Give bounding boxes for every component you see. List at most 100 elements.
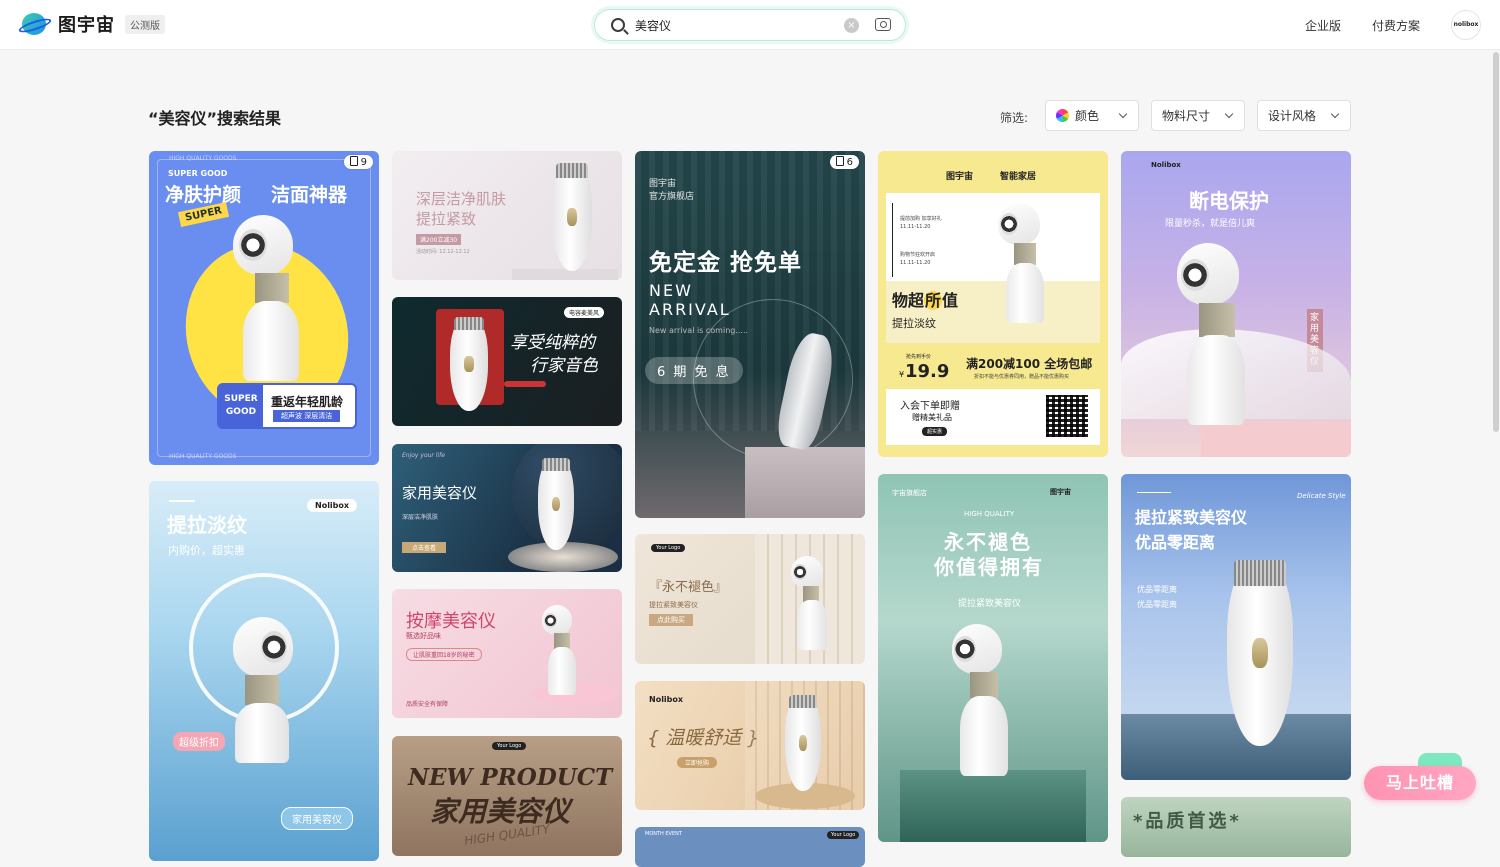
card-script: Delicate Style [1297,492,1346,500]
card-subtitle: 优品零距离 [1137,585,1177,594]
brand-name: 图宇宙 [649,179,677,189]
template-card-deep-cleanse[interactable]: 深层洁净肌肤 提拉紧致 满200立减30 活动时间: 12.12-12.12 [392,151,622,280]
page-count-badge: 9 [343,155,373,169]
gift-button[interactable]: 超实惠 [922,427,948,436]
template-card-new-product[interactable]: Your Logo NEW PRODUCT 家用美容仪 HIGH QUALITY [392,736,622,856]
template-card-free-deposit[interactable]: 6 图宇宙 官方旗舰店 免定金 抢免单 NEW ARRIVAL New arri… [635,151,865,518]
card-subtitle: 内购价，超实惠 [168,544,245,557]
chevron-down-icon [1330,109,1340,119]
card-title: 深层洁净肌肤 [416,190,507,208]
shaver-product-image [552,163,592,271]
promo-date: 活动时间: 12.12-12.12 [416,249,470,255]
template-card-smart-home-promo[interactable]: 图宇宙 智能家居 提前加购 加享好礼 11.11-11.20 购物节狂欢开启 1… [878,151,1108,457]
template-card-power-off-protection[interactable]: Nolibox 断电保护 限量秒杀，就是倍儿爽 家用美容仪 [1121,151,1351,457]
card-subtitle: 限量秒杀，就是倍儿爽 [1165,219,1256,229]
timeline-text: 提前加购 加享好礼 [900,216,942,222]
template-card-never-fade-green[interactable]: 宇宙旗舰店 图宇宙 HIGH QUALITY 永不褪色 你值得拥有 提拉紧致美容… [878,474,1108,842]
card-title: 物超所值 [892,287,958,311]
shaver-product-image [785,695,821,791]
card-logo: Your Logo [492,742,527,750]
size-filter-dropdown[interactable]: 物料尺寸 [1151,100,1245,131]
price-value: 19.9 [905,361,950,382]
size-filter-label: 物料尺寸 [1162,109,1211,123]
card-title: 免定金 抢免单 [649,250,803,276]
template-card-quality-choice[interactable]: *品质首选* [1121,797,1351,857]
page-count-badge: 6 [829,155,859,169]
card-title-part: 物超 [892,291,925,310]
feedback-button[interactable]: 马上吐槽 [1364,766,1476,800]
buy-now-button[interactable]: 立即抢购 [677,757,718,768]
card-title: 『永不褪色』 [649,580,728,595]
card-footer: 品质安全有保障 [406,701,449,708]
card-title: 断电保护 [1189,189,1269,213]
timeline-date: 11.11-11.20 [900,224,931,230]
page-scrollbar[interactable] [1492,52,1500,432]
quality-label: HIGH QUALITY [964,510,1015,518]
card-logo: Nolibox [307,499,358,512]
enterprise-link[interactable]: 企业版 [1305,17,1341,34]
promo-text: 满200减100 全场包邮 [966,357,1093,371]
card-small-text: Enjoy your life [402,452,445,459]
card-title: 享受纯粹的 [510,333,595,353]
user-avatar[interactable]: nolibox [1451,10,1481,40]
card-title: 你值得拥有 [934,555,1044,579]
promo-tag: 满200立减30 [416,234,462,245]
template-card-lifting-firming[interactable]: Delicate Style 提拉紧致美容仪 优品零距离 优品零距离 优品零距离 [1121,474,1351,780]
card-tag: SUPER GOOD [168,169,228,178]
template-card-warm-comfort[interactable]: Nolibox { 温暖舒适 } 立即抢购 [635,681,865,810]
card-title: 行家音色 [530,356,598,376]
card-title-part: 值 [942,291,959,310]
card-subtitle: 深层洁净肌肤 [402,514,439,521]
template-card-home-device-night[interactable]: Enjoy your life 家用美容仪 深层洁净肌肤 点击查看 [392,444,622,572]
shaver-product-image [1227,560,1293,746]
logo-name: 图宇宙 [58,15,115,36]
edge-text: HIGH QUALITY GOODS [169,453,237,460]
beta-badge: 公测版 [125,14,165,34]
template-card-month-event[interactable]: MONTH EVENT Your Logo [635,827,865,867]
card-subtitle: 优品零距离 [1137,600,1177,609]
card-logo: Nolibox [1151,161,1181,169]
buy-button[interactable]: 点此购买 [649,614,693,626]
search-input[interactable] [635,18,835,32]
shaver-product-image [538,458,574,550]
box-badge: SUPER GOOD [219,385,263,427]
top-navigation-bar: 图宇宙 公测版 × 企业版 付费方案 nolibox [0,0,1500,50]
template-card-lifting-blue[interactable]: 提拉淡纹 内购价，超实惠 Nolibox 超级折扣 家用美容仪 [149,481,379,861]
card-subtitle: 提拉淡纹 [892,317,936,330]
template-card-cleanser-blue[interactable]: HIGH QUALITY GOODS HIGH QUALITY GOODS 9 … [149,151,379,465]
card-en-title: ARRIVAL [649,300,731,319]
search-icon[interactable] [611,18,625,32]
edge-text: HIGH QUALITY GOODS [169,155,237,162]
timeline-date: 11.11-11.20 [900,260,931,266]
pricing-link[interactable]: 付费方案 [1372,17,1420,34]
template-card-massage-pink[interactable]: 按摩美容仪 甄选好品味 让肌肤重回18岁的秘密 品质安全有保障 [392,589,622,718]
price-symbol: ¥ [899,370,905,379]
card-title: *品质首选* [1133,811,1242,832]
card-title: { 温暖舒适 } [647,727,760,749]
view-button[interactable]: 点击查看 [402,542,447,553]
shaver-product-image [450,317,488,411]
camera-search-icon[interactable] [875,18,891,31]
card-title: 提拉紧致美容仪 [1135,508,1248,527]
card-title: 提拉淡纹 [167,513,247,537]
site-logo[interactable]: 图宇宙 公测版 [17,10,165,38]
style-filter-dropdown[interactable]: 设计风格 [1257,100,1351,131]
card-logo: Your Logo [651,544,686,552]
product-pill: 家用美容仪 [281,807,353,830]
brand-sub: 官方旗舰店 [649,192,695,202]
color-filter-dropdown[interactable]: 颜色 [1045,100,1139,131]
search-bar: × [594,9,906,41]
box-sub: 超声波 深层清洁 [273,410,341,422]
clear-search-icon[interactable]: × [844,18,859,33]
card-header: 智能家居 [1000,172,1037,182]
style-filter-label: 设计风格 [1268,109,1317,123]
qr-code-icon [1046,395,1088,437]
card-subtitle: 提拉紧致美容仪 [958,599,1022,609]
card-logo: Your Logo [827,831,860,839]
chevron-down-icon [1118,109,1128,119]
card-en-title: NEW [649,281,693,300]
template-card-never-fade[interactable]: Your Logo 『永不褪色』 提拉紧致美容仪 点此购买 [635,534,865,664]
template-card-pure-tone[interactable]: 电容麦美风 享受纯粹的 行家音色 [392,297,622,426]
color-wheel-icon [1056,109,1069,122]
card-title-highlight: 所 [924,291,943,310]
